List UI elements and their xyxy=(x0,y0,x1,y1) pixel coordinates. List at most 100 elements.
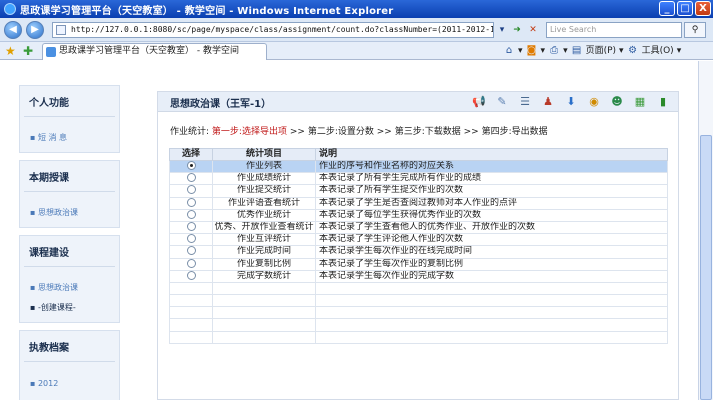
palette-icon[interactable]: ◉ xyxy=(587,95,601,109)
item-cell: 作业完成时间 xyxy=(212,245,316,259)
column-header-select: 选择 xyxy=(169,148,213,161)
print-icon[interactable]: ⎙ xyxy=(548,45,560,57)
close-button[interactable]: X xyxy=(695,1,711,16)
step-2: 第二步:设置分数 xyxy=(307,127,374,137)
table-row[interactable]: 作业列表 作业的序号和作业名称的对应关系 xyxy=(169,159,668,174)
statistics-table: 选择 统计项目 说明 作业列表 作业的序号和作业名称的对应关系 作业成绩统计 本表记录… xyxy=(169,148,668,344)
sidebar-item-2012[interactable]: ▪ 2012 xyxy=(30,379,58,388)
tab-favicon-icon xyxy=(46,47,56,57)
back-button[interactable]: ◀ xyxy=(4,21,22,39)
select-radio[interactable] xyxy=(186,198,196,207)
table-row[interactable]: 作业成绩统计 本表记录了所有学生完成所有作业的成绩 xyxy=(169,172,668,186)
stats-icon[interactable]: ▦ xyxy=(633,95,647,109)
item-cell: 作业成绩统计 xyxy=(212,172,316,186)
select-radio[interactable] xyxy=(186,161,196,171)
tools-gear-icon: ⚙ xyxy=(628,45,638,56)
browser-tab[interactable]: 思政课学习管理平台（天空教室） - 教学空间 xyxy=(42,43,267,60)
table-header-row: 选择 统计项目 说明 xyxy=(169,148,668,161)
item-cell: 作业提交统计 xyxy=(212,184,316,198)
person-icon[interactable]: ♟ xyxy=(541,95,555,109)
add-favorite-icon[interactable]: ✚ xyxy=(23,44,33,58)
select-radio[interactable] xyxy=(186,210,196,219)
forward-button[interactable]: ▶ xyxy=(26,21,44,39)
address-toolbar: ◀ ▶ http://127.0.0.1:8080/sc/page/myspac… xyxy=(0,18,713,42)
select-cell xyxy=(169,245,213,259)
download-icon[interactable]: ⬇ xyxy=(564,95,578,109)
export-steps: 作业统计: 第一步:选择导出项 >> 第二步:设置分数 >> 第三步:下载数据 … xyxy=(170,127,548,137)
go-icon[interactable]: ➜ xyxy=(510,22,524,38)
feeds-icon[interactable]: ◙ xyxy=(526,45,538,57)
table-row[interactable]: 完成字数统计 本表记录学生每次作业的完成字数 xyxy=(169,269,668,283)
desc-cell: 本表记录了所有学生完成所有作业的成绩 xyxy=(315,172,668,186)
table-row[interactable]: 优秀、开放作业查看统计 本表记录了学生查看他人的优秀作业、开放作业的次数 xyxy=(169,220,668,235)
sidebar-section-personal: 个人功能 ▪ 短 消 息 xyxy=(19,85,120,153)
search-input[interactable]: Live Search xyxy=(546,22,682,38)
book-icon[interactable]: ▮ xyxy=(656,95,670,109)
table-row[interactable]: 作业复制比例 本表记录了学生每次作业的复制比例 xyxy=(169,257,668,271)
desc-cell: 本表记录了每位学生获得优秀作业的次数 xyxy=(315,208,668,222)
stop-icon[interactable]: ✕ xyxy=(526,22,540,38)
vertical-scrollbar[interactable] xyxy=(698,61,713,400)
table-row[interactable]: 作业完成时间 本表记录学生每次作业的在线完成时间 xyxy=(169,245,668,259)
empty-row xyxy=(169,330,668,344)
users-icon[interactable]: ☻ xyxy=(610,95,624,109)
main-panel: 思想政治课（王军-1） 📢 ✎ ☰ ♟ ⬇ ◉ ☻ ▦ ▮ 作业统计: 第一步:… xyxy=(157,91,679,400)
forum-icon[interactable]: ☰ xyxy=(518,95,532,109)
panel-header: 思想政治课（王军-1） 📢 ✎ ☰ ♟ ⬇ ◉ ☻ ▦ ▮ xyxy=(158,92,678,112)
page-content: 个人功能 ▪ 短 消 息 本期授课 ▪ 思想政治课 课程建设 ▪ 思想政治课 ▪… xyxy=(0,61,698,400)
desc-cell: 本表记录了学生每次作业的复制比例 xyxy=(315,257,668,271)
maximize-button[interactable]: □ xyxy=(677,1,693,16)
select-cell xyxy=(169,196,213,210)
sidebar-section-title: 本期授课 xyxy=(29,173,69,184)
select-radio[interactable] xyxy=(186,259,196,268)
select-radio[interactable] xyxy=(186,185,196,195)
select-radio[interactable] xyxy=(186,222,196,232)
tab-bar: ★ ✚ 思政课学习管理平台（天空教室） - 教学空间 ⌂ ▾ ◙ ▾ ⎙ ▾ ▤ 页面… xyxy=(0,42,713,60)
select-cell xyxy=(169,208,213,222)
home-icon[interactable]: ⌂ xyxy=(503,45,515,57)
desc-cell: 本表记录了学生是否查阅过教师对本人作业的点评 xyxy=(315,196,668,210)
select-radio[interactable] xyxy=(186,246,196,256)
select-cell xyxy=(169,220,213,235)
column-header-desc: 说明 xyxy=(315,148,668,161)
sidebar-item-create-course[interactable]: ▪ -创建课程- xyxy=(30,302,76,313)
table-row[interactable]: 作业互评统计 本表记录了学生评论他人作业的次数 xyxy=(169,233,668,247)
step-3: 第三步:下载数据 xyxy=(394,127,461,137)
sidebar-item-course[interactable]: ▪ 思想政治课 xyxy=(30,207,78,218)
sidebar-section-title: 个人功能 xyxy=(29,98,69,109)
scrollbar-thumb[interactable] xyxy=(700,135,712,400)
address-bar[interactable]: http://127.0.0.1:8080/sc/page/myspace/cl… xyxy=(52,22,494,38)
sidebar-item-messages[interactable]: ▪ 短 消 息 xyxy=(30,132,67,143)
select-radio[interactable] xyxy=(186,234,196,244)
tab-title: 思政课学习管理平台（天空教室） - 教学空间 xyxy=(59,46,239,56)
edit-icon[interactable]: ✎ xyxy=(495,95,509,109)
page-menu[interactable]: 页面(P) xyxy=(586,44,616,58)
step-4: 第四步:导出数据 xyxy=(481,127,548,137)
tools-menu[interactable]: 工具(O) xyxy=(642,44,674,58)
search-icon[interactable]: ⚲ xyxy=(684,22,706,38)
table-row[interactable]: 作业提交统计 本表记录了所有学生提交作业的次数 xyxy=(169,184,668,198)
sidebar-item-course-build[interactable]: ▪ 思想政治课 xyxy=(30,282,78,293)
window-title-bar: 思政课学习管理平台（天空教室） - 教学空间 - Windows Interne… xyxy=(0,0,713,18)
table-row[interactable]: 优秀作业统计 本表记录了每位学生获得优秀作业的次数 xyxy=(169,208,668,222)
sidebar-section-build: 课程建设 ▪ 思想政治课 ▪ -创建课程- xyxy=(19,235,120,323)
minimize-button[interactable]: _ xyxy=(659,1,675,16)
item-cell: 作业互评统计 xyxy=(212,233,316,247)
address-dropdown-icon[interactable]: ▾ xyxy=(495,22,509,38)
select-radio[interactable] xyxy=(186,173,196,183)
empty-row xyxy=(169,281,668,296)
desc-cell: 本表记录了学生评论他人作业的次数 xyxy=(315,233,668,247)
empty-row xyxy=(169,306,668,320)
steps-label: 作业统计: xyxy=(170,127,210,137)
column-header-item: 统计项目 xyxy=(212,148,316,161)
select-cell xyxy=(169,269,213,283)
table-row[interactable]: 作业评语查看统计 本表记录了学生是否查阅过教师对本人作业的点评 xyxy=(169,196,668,210)
window-title: 思政课学习管理平台（天空教室） - 教学空间 - Windows Interne… xyxy=(20,5,394,17)
announce-icon[interactable]: 📢 xyxy=(472,95,486,109)
select-cell xyxy=(169,257,213,271)
select-radio[interactable] xyxy=(186,271,196,280)
desc-cell: 本表记录了所有学生提交作业的次数 xyxy=(315,184,668,198)
sidebar-section-current: 本期授课 ▪ 思想政治课 xyxy=(19,160,120,228)
page-menu-icon: ▤ xyxy=(571,45,582,56)
favorites-star-icon[interactable]: ★ xyxy=(5,44,16,58)
